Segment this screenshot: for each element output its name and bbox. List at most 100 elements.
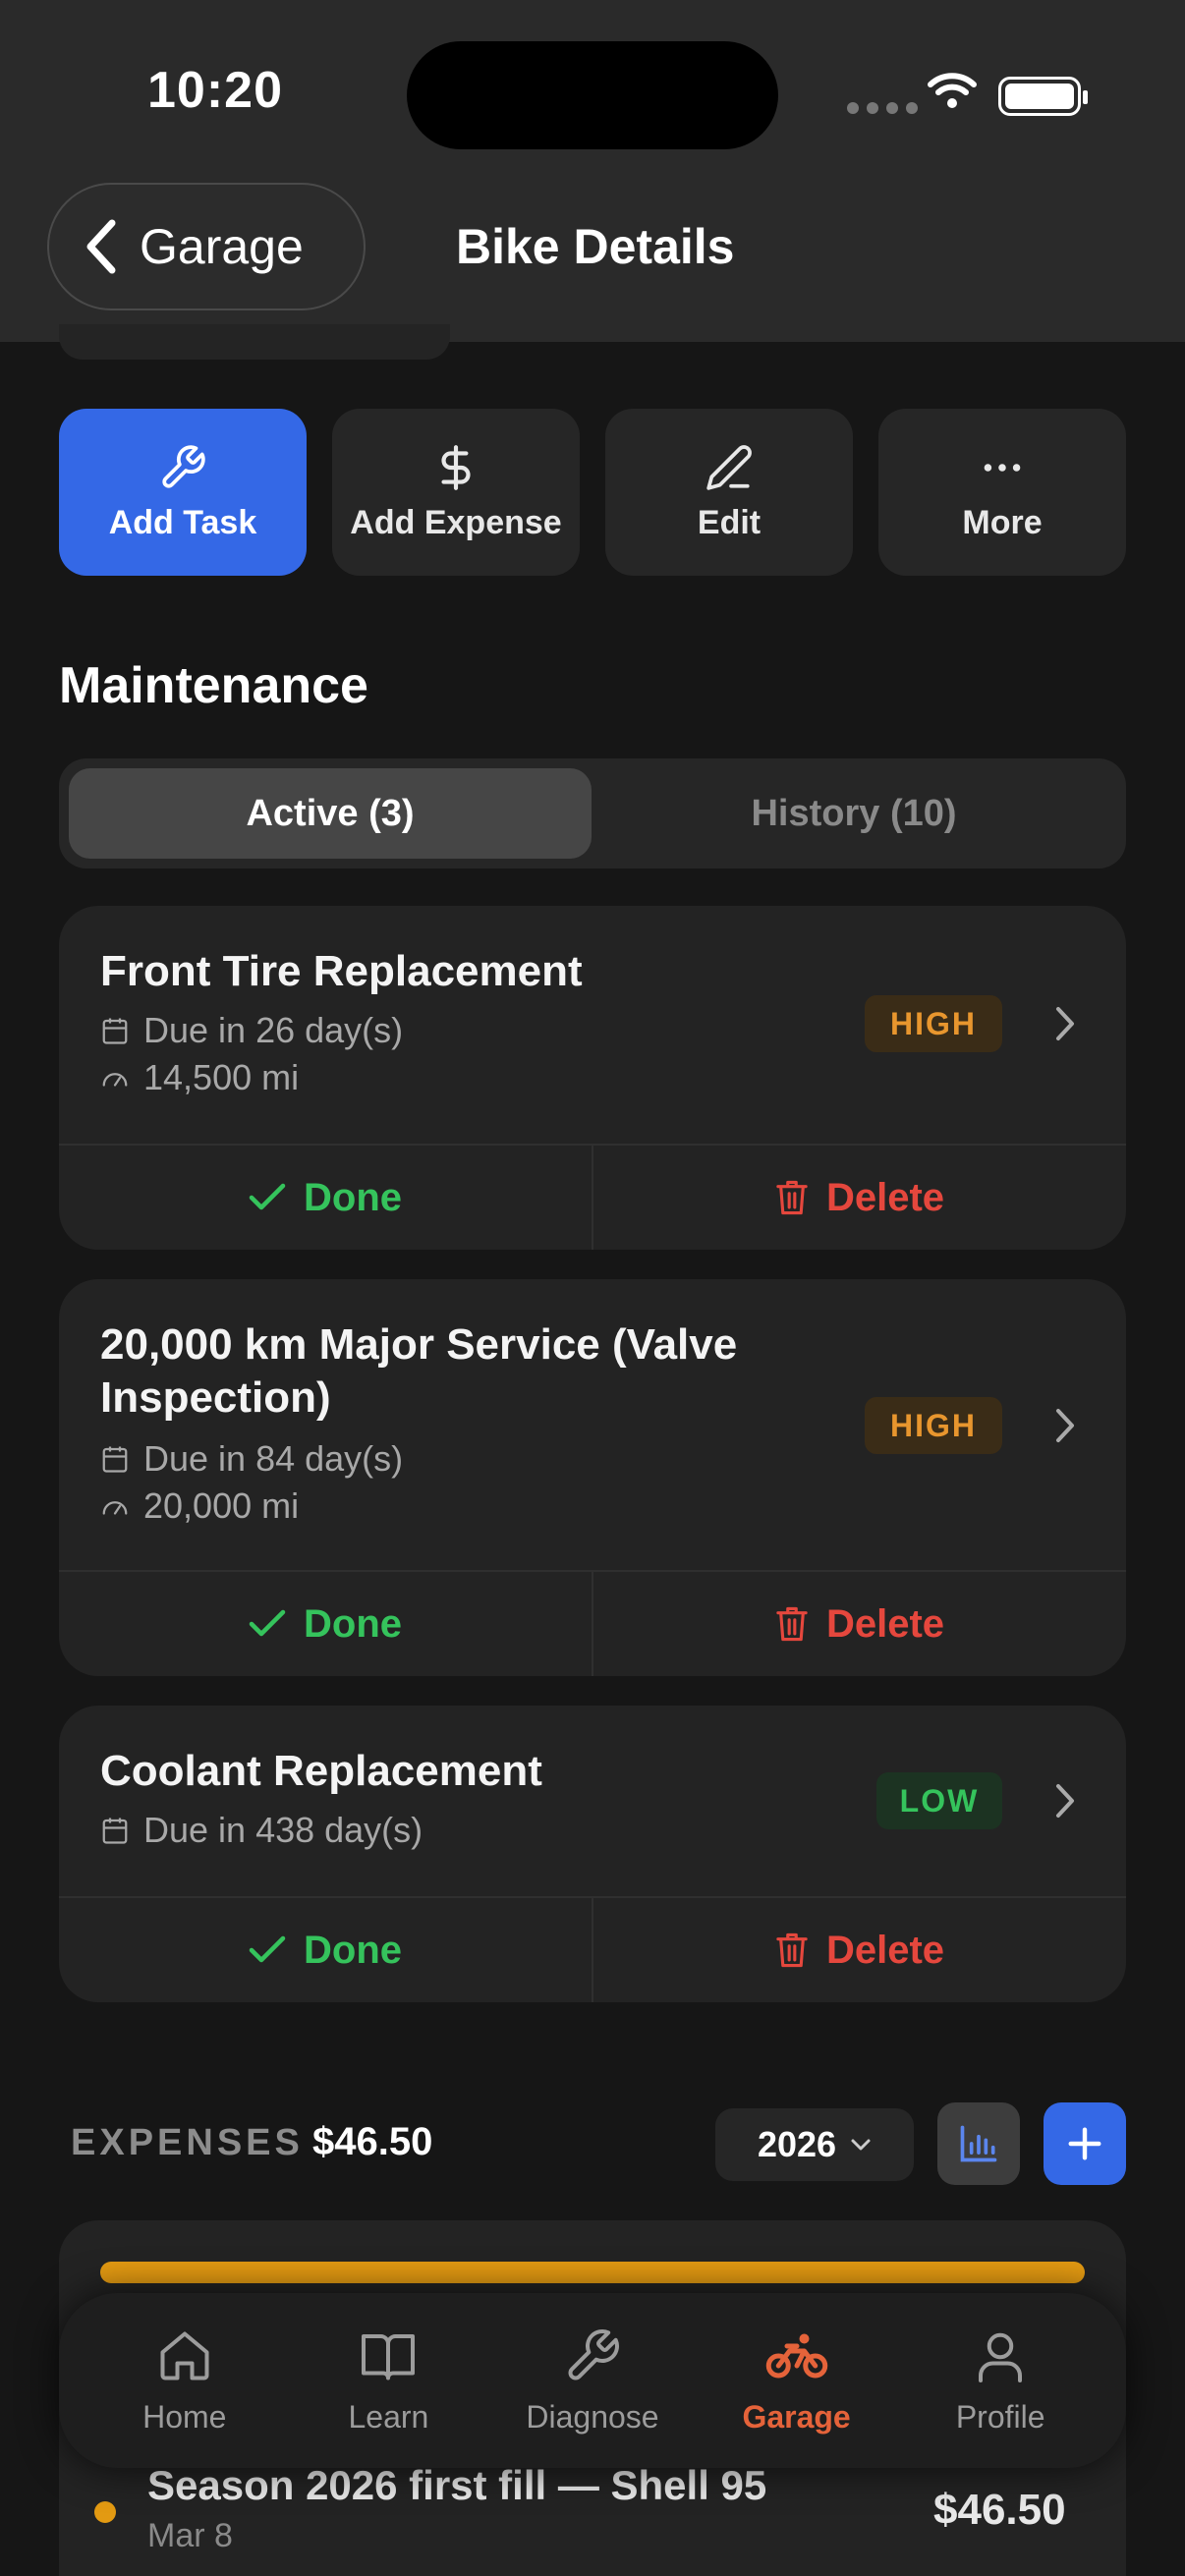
chevron-right-icon[interactable] <box>1053 1004 1077 1043</box>
edit-label: Edit <box>697 503 762 541</box>
tab-label: Profile <box>955 2398 1045 2435</box>
add-expense-button[interactable]: Add Expense <box>332 409 580 576</box>
task-actions: Done Delete <box>59 1144 1126 1250</box>
expenses-total: $46.50 <box>312 2120 433 2163</box>
priority-badge: HIGH <box>865 1397 1002 1454</box>
task-card[interactable]: Coolant Replacement Due in 438 day(s) LO… <box>59 1706 1126 2002</box>
task-mileage-text: 14,500 mi <box>143 1057 300 1097</box>
chart-button[interactable] <box>937 2102 1020 2185</box>
plus-icon <box>1068 2127 1101 2160</box>
page-title: Bike Details <box>456 219 735 274</box>
back-button[interactable]: Garage <box>47 183 366 310</box>
expenses-label: EXPENSES <box>71 2122 304 2163</box>
add-expense-label: Add Expense <box>350 503 562 541</box>
tab-diagnose[interactable]: Diagnose <box>499 2326 686 2436</box>
done-button[interactable]: Done <box>59 1146 593 1250</box>
wrench-icon <box>568 2328 619 2380</box>
tab-learn[interactable]: Learn <box>295 2326 481 2436</box>
battery-icon <box>998 77 1088 116</box>
tab-label: Garage <box>742 2398 851 2435</box>
cellular-signal-icon <box>847 102 918 114</box>
tab-label: Diagnose <box>526 2398 659 2435</box>
person-icon <box>979 2332 1023 2382</box>
dynamic-island <box>407 41 778 149</box>
more-button[interactable]: More <box>878 409 1126 576</box>
expense-category-bar <box>100 2262 1085 2283</box>
book-icon <box>362 2333 416 2380</box>
back-label: Garage <box>140 219 304 274</box>
trash-icon <box>776 1180 808 1215</box>
delete-label: Delete <box>825 1601 945 1646</box>
task-title: 20,000 km Major Service (Valve Inspectio… <box>100 1318 737 1425</box>
maintenance-heading: Maintenance <box>59 657 368 714</box>
more-label: More <box>962 503 1043 541</box>
trash-icon <box>776 1932 808 1968</box>
task-mileage: 20,000 mi <box>100 1485 299 1527</box>
task-due-text: Due in 26 day(s) <box>143 1010 404 1050</box>
chevron-right-icon[interactable] <box>1053 1781 1077 1820</box>
calendar-icon <box>102 1446 128 1473</box>
checkmark-icon <box>249 1609 286 1637</box>
chevron-left-icon <box>86 219 116 274</box>
wifi-icon <box>928 73 977 108</box>
task-due-text: Due in 84 day(s) <box>143 1438 404 1479</box>
task-card[interactable]: Front Tire Replacement Due in 26 day(s) … <box>59 906 1126 1250</box>
delete-button[interactable]: Delete <box>593 1898 1126 2002</box>
pencil-icon <box>706 444 752 490</box>
priority-badge: LOW <box>876 1772 1002 1829</box>
delete-label: Delete <box>825 1928 945 1972</box>
expense-amount: $46.50 <box>933 2486 1066 2534</box>
task-due: Due in 26 day(s) <box>100 1010 403 1051</box>
done-button[interactable]: Done <box>59 1898 593 2002</box>
task-title: Coolant Replacement <box>100 1747 542 1795</box>
task-due: Due in 84 day(s) <box>100 1438 403 1480</box>
gauge-icon <box>102 1073 128 1087</box>
chevron-down-icon <box>851 2139 871 2151</box>
done-label: Done <box>304 1928 402 1972</box>
task-mileage: 14,500 mi <box>100 1057 299 1098</box>
bar-chart-icon <box>960 2125 997 2162</box>
tab-active[interactable]: Active (3) <box>69 768 592 859</box>
expense-name: Season 2026 first fill — Shell 95 <box>147 2462 767 2508</box>
tab-label: Home <box>142 2398 227 2435</box>
task-card[interactable]: 20,000 km Major Service (Valve Inspectio… <box>59 1279 1126 1676</box>
task-due-text: Due in 438 day(s) <box>143 1810 423 1850</box>
task-title-line: 20,000 km Major Service (Valve <box>100 1320 738 1369</box>
gauge-icon <box>102 1501 128 1515</box>
expense-category-dot <box>94 2501 116 2523</box>
home-icon <box>160 2331 209 2380</box>
dollar-icon <box>441 444 471 490</box>
done-button[interactable]: Done <box>59 1572 593 1676</box>
task-actions: Done Delete <box>59 1896 1126 2002</box>
done-label: Done <box>304 1175 402 1219</box>
year-value: 2026 <box>757 2124 837 2164</box>
tab-history[interactable]: History (10) <box>592 768 1116 859</box>
task-actions: Done Delete <box>59 1570 1126 1676</box>
task-title-line: Inspection) <box>100 1373 331 1422</box>
year-dropdown[interactable]: 2026 <box>715 2108 914 2181</box>
calendar-icon <box>102 1818 128 1844</box>
add-task-button[interactable]: Add Task <box>59 409 307 576</box>
trash-icon <box>776 1606 808 1642</box>
delete-button[interactable]: Delete <box>593 1572 1126 1676</box>
tab-garage[interactable]: Garage <box>704 2326 890 2436</box>
delete-button[interactable]: Delete <box>593 1146 1126 1250</box>
delete-label: Delete <box>825 1175 945 1219</box>
tab-home[interactable]: Home <box>91 2326 278 2436</box>
add-task-label: Add Task <box>108 503 257 541</box>
edit-button[interactable]: Edit <box>605 409 853 576</box>
task-mileage-text: 20,000 mi <box>143 1485 300 1526</box>
checkmark-icon <box>249 1935 286 1963</box>
add-expense-plus-button[interactable] <box>1044 2102 1126 2185</box>
wrench-icon <box>162 444 205 488</box>
chevron-right-icon[interactable] <box>1053 1406 1077 1445</box>
task-due: Due in 438 day(s) <box>100 1810 423 1851</box>
tab-profile[interactable]: Profile <box>907 2326 1094 2436</box>
tab-label: Learn <box>348 2398 429 2435</box>
ellipsis-icon <box>984 463 1021 472</box>
done-label: Done <box>304 1601 402 1646</box>
checkmark-icon <box>249 1183 286 1210</box>
tab-bar: Home Learn Diagnose Garage Profile <box>59 2293 1126 2468</box>
status-time: 10:20 <box>147 62 283 119</box>
expense-date: Mar 8 <box>147 2517 233 2554</box>
